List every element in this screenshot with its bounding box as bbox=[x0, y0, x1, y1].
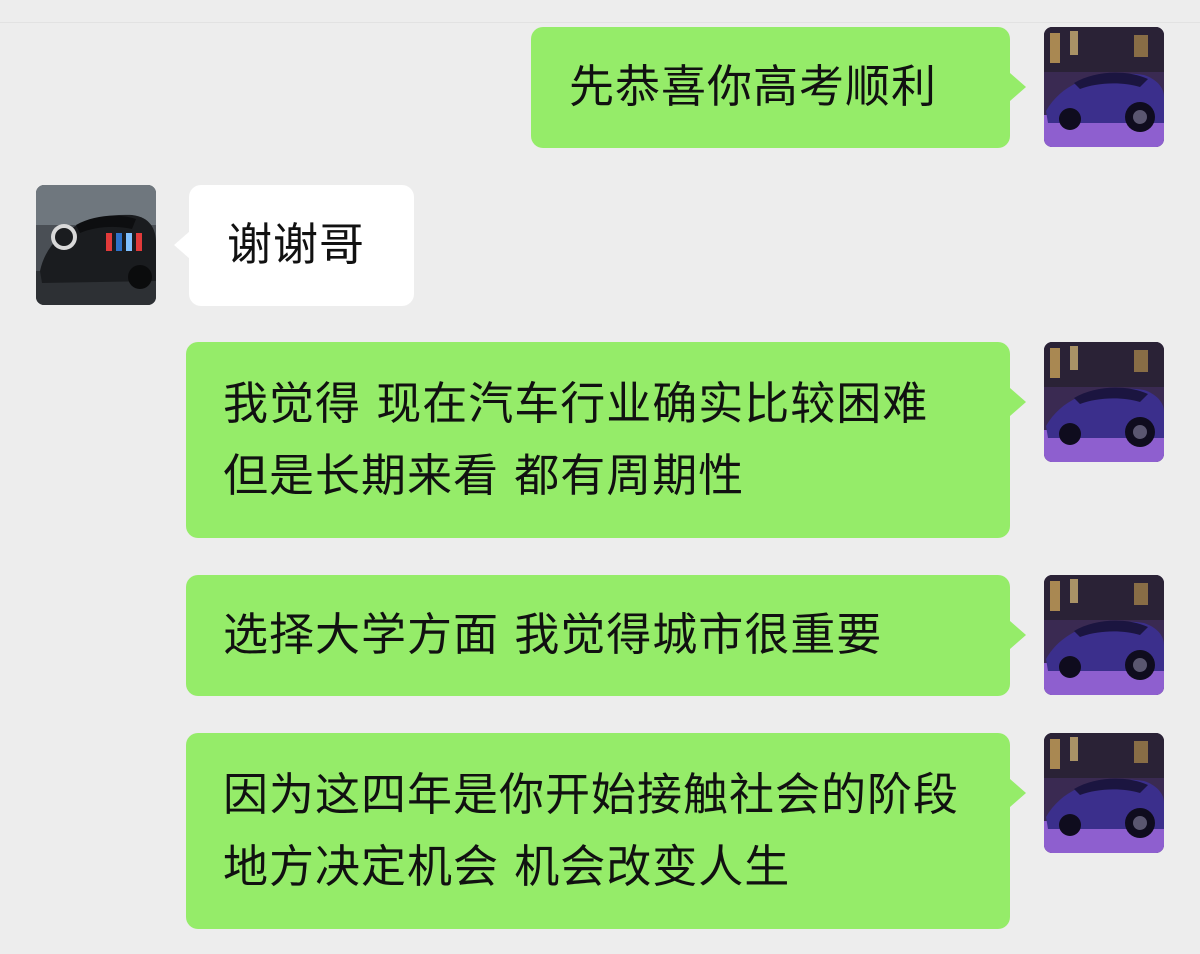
message-bubble[interactable]: 先恭喜你高考顺利 bbox=[531, 27, 1010, 148]
bubble-tail bbox=[1010, 388, 1026, 416]
bubble-tail bbox=[174, 231, 190, 259]
purple-supercar-image bbox=[1044, 27, 1164, 147]
top-divider bbox=[0, 22, 1200, 23]
bubble-tail bbox=[1010, 779, 1026, 807]
purple-supercar-avatar[interactable] bbox=[1044, 733, 1164, 853]
purple-supercar-avatar[interactable] bbox=[1044, 27, 1164, 147]
message-text: 我觉得 现在汽车行业确实比较困难 但是长期来看 都有周期性 bbox=[223, 377, 929, 502]
black-racecar-image bbox=[36, 185, 156, 305]
purple-supercar-image bbox=[1044, 733, 1164, 853]
purple-supercar-avatar[interactable] bbox=[1044, 342, 1164, 462]
black-racecar-avatar[interactable] bbox=[36, 185, 156, 305]
purple-supercar-image bbox=[1044, 342, 1164, 462]
message-bubble[interactable]: 我觉得 现在汽车行业确实比较困难 但是长期来看 都有周期性 bbox=[186, 342, 1010, 538]
message-bubble[interactable]: 因为这四年是你开始接触社会的阶段 地方决定机会 机会改变人生 bbox=[186, 733, 1010, 929]
message-bubble[interactable]: 选择大学方面 我觉得城市很重要 bbox=[186, 575, 1010, 696]
purple-supercar-image bbox=[1044, 575, 1164, 695]
message-text: 因为这四年是你开始接触社会的阶段 地方决定机会 机会改变人生 bbox=[223, 768, 960, 893]
message-text: 谢谢哥 bbox=[227, 218, 366, 271]
message-bubble[interactable]: 谢谢哥 bbox=[189, 185, 414, 306]
purple-supercar-avatar[interactable] bbox=[1044, 575, 1164, 695]
bubble-tail bbox=[1010, 73, 1026, 101]
bubble-tail bbox=[1010, 621, 1026, 649]
message-text: 选择大学方面 我觉得城市很重要 bbox=[223, 608, 883, 661]
message-text: 先恭喜你高考顺利 bbox=[569, 60, 938, 113]
